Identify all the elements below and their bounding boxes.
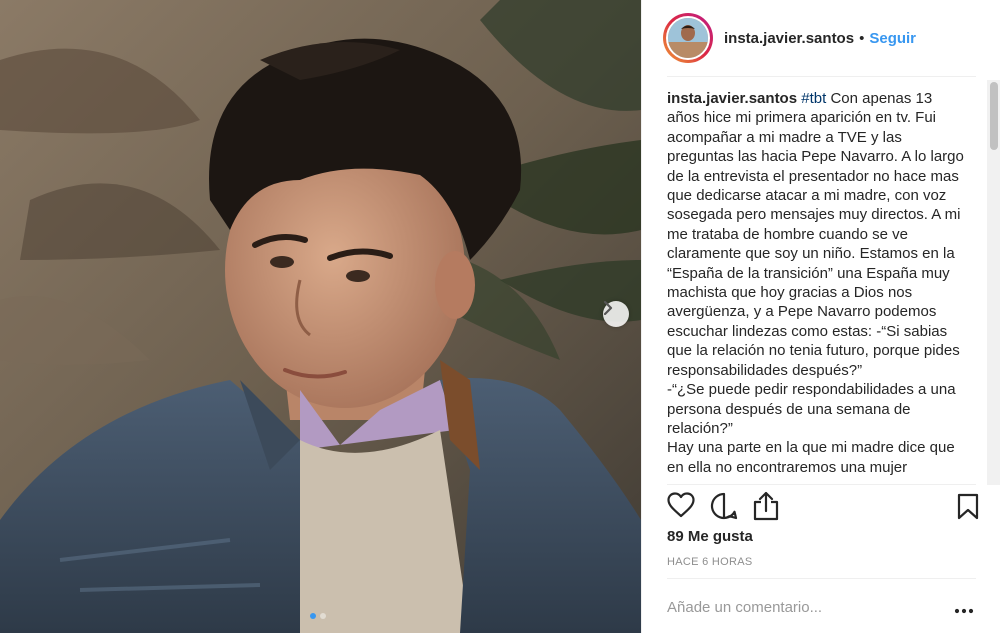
next-slide-button[interactable]: [603, 301, 629, 327]
caption-hashtag[interactable]: #tbt: [801, 90, 826, 107]
carousel-indicator: [310, 613, 326, 619]
bookmark-icon: [957, 493, 979, 520]
caption-username[interactable]: insta.javier.santos: [667, 90, 797, 107]
comments-scrollbar[interactable]: [987, 80, 1000, 485]
like-button[interactable]: [667, 492, 695, 523]
more-options-button[interactable]: [954, 601, 974, 619]
more-options-icon: [954, 608, 974, 614]
header-divider: [667, 76, 976, 77]
photo-image: [0, 0, 641, 633]
scrollbar-thumb[interactable]: [990, 82, 998, 150]
avatar-photo: [668, 18, 708, 58]
avatar-image: [666, 16, 710, 60]
share-button[interactable]: [753, 491, 779, 526]
post-timestamp[interactable]: HACE 6 HORAS: [667, 556, 753, 568]
comment-button[interactable]: [710, 492, 738, 525]
post-side-panel: insta.javier.santos • Seguir insta.javie…: [641, 0, 1000, 633]
header-username[interactable]: insta.javier.santos: [724, 30, 854, 47]
post-dialog: insta.javier.santos • Seguir insta.javie…: [0, 0, 1000, 633]
post-header: insta.javier.santos • Seguir: [642, 0, 1000, 76]
post-caption: insta.javier.santos #tbt Con apenas 13 a…: [667, 89, 967, 477]
save-button[interactable]: [957, 493, 979, 525]
heart-icon: [667, 492, 695, 518]
header-bullet: •: [859, 29, 865, 47]
follow-button[interactable]: Seguir: [869, 30, 916, 47]
post-photo[interactable]: [0, 0, 641, 633]
comment-input[interactable]: [667, 590, 947, 624]
avatar[interactable]: [663, 13, 713, 63]
action-bar: [667, 490, 979, 526]
comments-area[interactable]: insta.javier.santos #tbt Con apenas 13 a…: [667, 89, 967, 483]
carousel-dot-active: [310, 613, 316, 619]
comment-box: [667, 590, 979, 624]
comment-bubble-icon: [710, 492, 738, 520]
comment-divider: [667, 578, 976, 579]
chevron-right-icon: [603, 301, 613, 315]
share-icon: [753, 491, 779, 521]
caption-text: Con apenas 13 años hice mi primera apari…: [667, 90, 964, 476]
likes-count[interactable]: 89 Me gusta: [667, 528, 753, 545]
carousel-dot: [320, 613, 326, 619]
actions-divider: [667, 484, 976, 485]
